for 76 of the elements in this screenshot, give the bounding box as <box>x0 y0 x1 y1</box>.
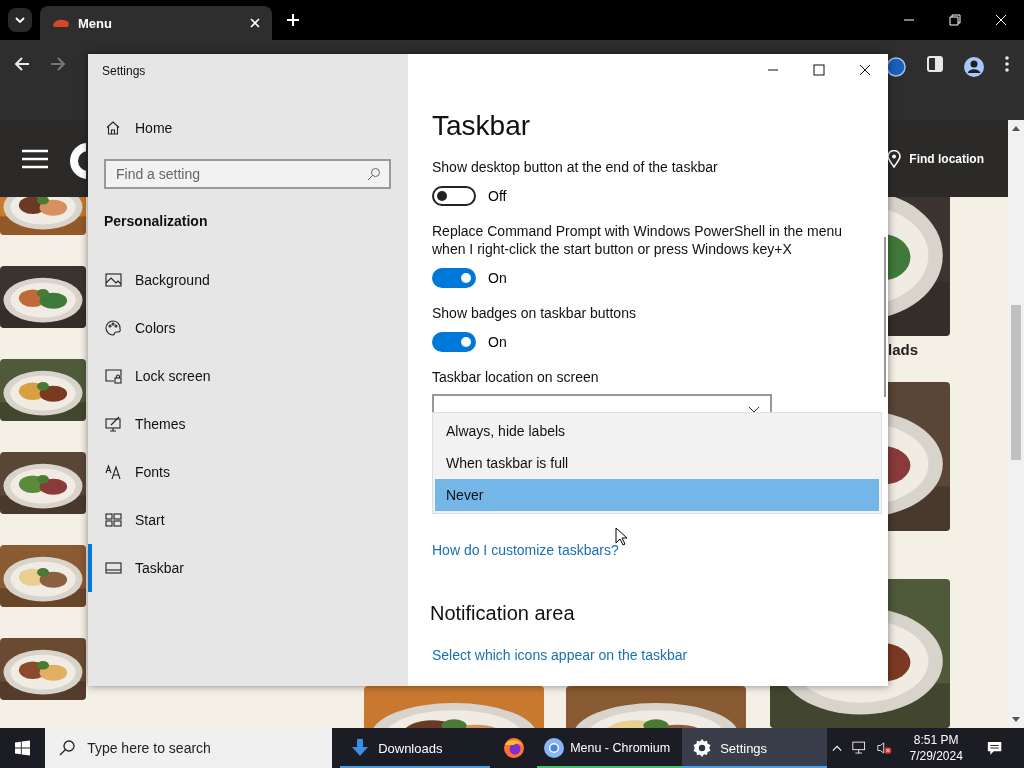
clock-time[interactable]: 8:51 PM <box>913 732 959 748</box>
mouse-cursor-icon <box>615 527 627 546</box>
clock-date[interactable]: 7/29/2024 <box>909 748 963 764</box>
nav-item[interactable]: Themes <box>88 400 408 448</box>
taskbar-app[interactable]: Downloads <box>340 728 491 768</box>
page-title: Taskbar <box>432 109 531 143</box>
menu-option[interactable]: When taskbar is full <box>435 447 879 479</box>
notification-icons-link[interactable]: Select which icons appear on the taskbar <box>432 646 688 664</box>
search-icon <box>367 167 381 181</box>
notifications-icon[interactable] <box>986 739 1002 757</box>
toggle-switch[interactable] <box>432 332 476 352</box>
help-link[interactable]: How do I customize taskbars? <box>432 541 619 559</box>
scroll-up-icon[interactable] <box>1012 126 1020 131</box>
nav-icon <box>105 560 122 576</box>
nav-icon <box>105 320 122 336</box>
nav-icon <box>105 512 122 528</box>
setting-label: Show desktop button at the end of the taskbar <box>432 158 718 176</box>
side-panel-icon[interactable] <box>927 56 943 72</box>
restore-icon[interactable] <box>949 14 961 26</box>
toggle-switch[interactable] <box>432 186 476 206</box>
nav-item[interactable]: Colors <box>88 304 408 352</box>
nav-icon <box>105 368 122 384</box>
profile-icon[interactable] <box>963 56 985 78</box>
taskbar-search-field[interactable]: Type here to search <box>45 728 333 768</box>
menu-icon[interactable] <box>22 148 48 169</box>
download-icon <box>350 738 371 758</box>
nav-item[interactable]: Fonts <box>88 448 408 496</box>
back-icon[interactable] <box>14 56 30 72</box>
scroll-thumb[interactable] <box>1011 305 1021 460</box>
browser-tab[interactable]: Menu <box>40 6 272 40</box>
new-tab-icon[interactable] <box>286 13 300 27</box>
maximize-icon[interactable] <box>813 64 825 76</box>
nav-icon <box>105 464 122 480</box>
window-title: Settings <box>102 63 146 79</box>
home-item[interactable]: Home <box>105 118 173 138</box>
start-icon[interactable] <box>15 739 31 757</box>
chevron-up-icon[interactable] <box>832 744 843 752</box>
toggle-state: On <box>488 270 507 286</box>
tab-search-button[interactable] <box>8 8 32 32</box>
scroll-down-icon[interactable] <box>1012 717 1020 722</box>
volume-muted-icon[interactable] <box>877 740 893 756</box>
setting-label: Replace Command Prompt with Windows PowerShell in the menu when I right-click the start button or press Windows key+X <box>432 222 844 258</box>
menu-option[interactable]: Always, hide labels <box>435 415 879 447</box>
setting-label: Taskbar location on screen <box>432 368 599 386</box>
find-location-link[interactable]: Find location <box>887 149 984 168</box>
home-icon <box>105 120 121 136</box>
toggle-state: On <box>488 334 507 350</box>
nav-icon <box>105 272 122 288</box>
more-icon[interactable] <box>1005 56 1009 72</box>
section-heading: Personalization <box>104 212 208 230</box>
search-icon <box>59 740 76 756</box>
setting-label: Show badges on taskbar buttons <box>432 304 636 322</box>
section-heading: Notification area <box>430 601 575 625</box>
network-icon[interactable] <box>852 740 868 756</box>
tab-title: Menu <box>78 15 113 31</box>
search-field[interactable]: Find a setting <box>104 159 391 189</box>
nav-item[interactable]: Background <box>88 256 408 304</box>
fox-globe-icon <box>502 737 525 759</box>
taskbar-app[interactable]: Menu - Chromium <box>537 728 683 768</box>
toggle-state: Off <box>488 188 507 204</box>
chevron-down-icon <box>748 405 760 413</box>
gear-icon <box>692 738 713 758</box>
category-heading: lads <box>887 341 919 360</box>
toggle-switch[interactable] <box>432 268 476 288</box>
nav-item[interactable]: Start <box>88 496 408 544</box>
chevron-down-icon <box>15 17 25 23</box>
forward-icon[interactable] <box>50 56 66 72</box>
close-icon[interactable] <box>859 64 871 76</box>
scrollbar[interactable] <box>1008 120 1024 728</box>
site-icon <box>52 17 70 29</box>
menu-option[interactable]: Never <box>435 479 879 511</box>
chromium-icon <box>543 737 566 759</box>
scroll-thumb[interactable] <box>884 237 886 397</box>
taskbar-app[interactable]: Settings <box>682 728 828 768</box>
nav-icon <box>105 416 122 432</box>
nav-item[interactable]: Lock screen <box>88 352 408 400</box>
